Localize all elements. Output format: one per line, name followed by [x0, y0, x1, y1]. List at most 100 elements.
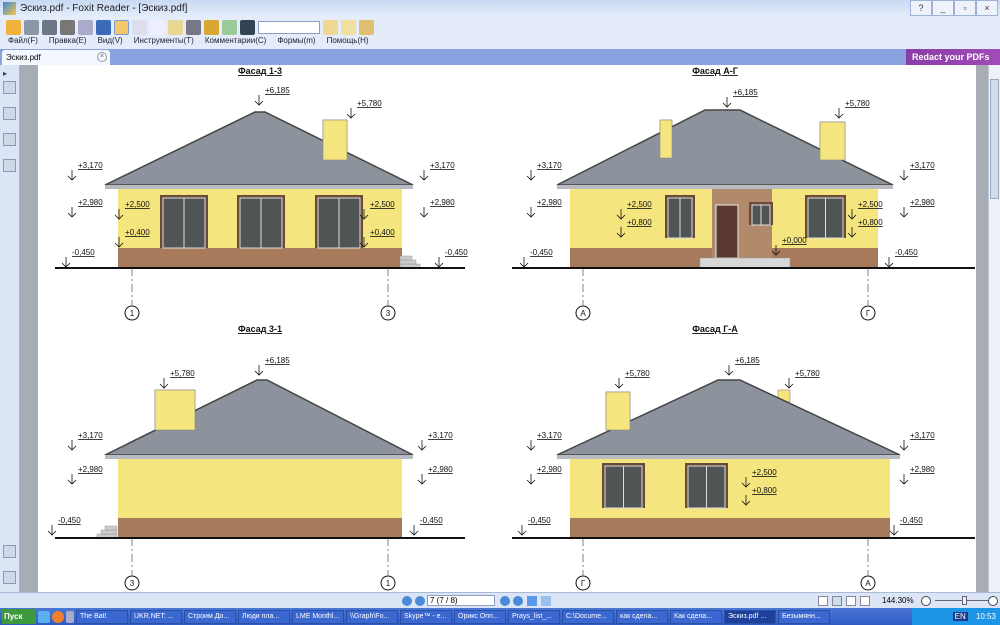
axis-label: 1: [386, 579, 391, 588]
window-elevation-mark: +0,800: [752, 486, 777, 495]
ridge-elevation-mark: +6,185: [733, 88, 758, 97]
taskbar-item[interactable]: Эскиз.pdf ...: [724, 609, 776, 624]
single-page-icon[interactable]: [818, 596, 828, 606]
elevation-mark: -0,450: [445, 248, 468, 257]
taskbar-item[interactable]: как сдела...: [616, 609, 668, 624]
elevation-mark: -0,450: [528, 516, 551, 525]
axis-label: 3: [386, 309, 391, 318]
window-elevation-mark: +0,800: [627, 218, 652, 227]
eave-gutter: [557, 455, 900, 459]
elevation-mark: +3,170: [430, 161, 455, 170]
window-elevation-mark: +0,400: [125, 228, 150, 237]
eave-gutter: [105, 455, 413, 459]
steps: [104, 525, 118, 531]
axis-label: 3: [130, 579, 135, 588]
elevation-mark: +2,980: [78, 465, 103, 474]
taskbar-item[interactable]: Prays_list_...: [508, 609, 560, 624]
axis-label: 1: [130, 309, 135, 318]
facing-icon[interactable]: [846, 596, 856, 606]
chimney-elevation-mark: +5,780: [170, 369, 195, 378]
continuous-icon[interactable]: [832, 596, 842, 606]
facade-title: Фасад Г-А: [692, 324, 738, 334]
zoom-level[interactable]: 144.30%: [882, 596, 914, 605]
taskbar-item[interactable]: Безымянн...: [778, 609, 830, 624]
status-bar: 7 (7 / 8) 144.30%: [0, 592, 1000, 608]
taskbar-item[interactable]: Как сдела...: [670, 609, 722, 624]
next-page-icon[interactable]: [500, 596, 510, 606]
language-indicator[interactable]: EN: [952, 612, 968, 621]
chimney-elevation-mark: +5,780: [625, 369, 650, 378]
ridge-elevation-mark: +6,185: [735, 356, 760, 365]
elevation-mark: -0,450: [900, 516, 923, 525]
window-elevation-mark: +0,400: [370, 228, 395, 237]
windows-taskbar: Пуск The Bat! UKR.NET: ... Строим До... Люд…: [0, 608, 1000, 625]
quicklaunch-icon[interactable]: [66, 610, 74, 623]
taskbar-item[interactable]: Люди пла...: [238, 609, 290, 624]
scrollbar-thumb[interactable]: [990, 79, 999, 199]
window-elevation-mark: +2,500: [125, 200, 150, 209]
axis-label: А: [865, 579, 871, 588]
chimney: [154, 389, 196, 431]
steps: [399, 259, 417, 265]
entrance-door: [715, 204, 739, 259]
hip-roof: [104, 111, 414, 186]
eave-gutter: [105, 185, 413, 189]
chimney: [605, 391, 631, 431]
elevation-mark: +3,170: [428, 431, 453, 440]
page-number-input[interactable]: 7 (7 / 8): [427, 595, 495, 606]
window-elevation-mark: +0,800: [858, 218, 883, 227]
last-page-icon[interactable]: [513, 596, 523, 606]
chimney-elevation-mark: +5,780: [357, 99, 382, 108]
zoom-slider-knob[interactable]: [962, 596, 967, 605]
chimney-elevation-mark: +5,780: [795, 369, 820, 378]
elevation-mark: +2,980: [537, 198, 562, 207]
taskbar-item[interactable]: Строим До...: [184, 609, 236, 624]
taskbar-item[interactable]: The Bat!: [76, 609, 128, 624]
elevation-mark: +2,980: [910, 465, 935, 474]
start-button[interactable]: Пуск: [2, 609, 36, 624]
taskbar-item[interactable]: Орикс Опп...: [454, 609, 506, 624]
facade-title: Фасад 1-3: [238, 66, 282, 76]
elevation-mark: -0,450: [420, 516, 443, 525]
taskbar-item[interactable]: Skype™ - e...: [400, 609, 452, 624]
axis-label: Г: [866, 309, 871, 318]
plinth: [118, 518, 402, 538]
elevation-mark: +3,170: [537, 161, 562, 170]
back-icon[interactable]: [527, 596, 537, 606]
ridge-elevation-mark: +6,185: [265, 356, 290, 365]
elevation-mark: +3,170: [537, 431, 562, 440]
chimney-elevation-mark: +5,780: [845, 99, 870, 108]
facade-title: Фасад А-Г: [692, 66, 738, 76]
elevation-mark: -0,450: [895, 248, 918, 257]
chimney: [659, 119, 673, 159]
elevation-mark: +3,170: [78, 161, 103, 170]
first-page-icon[interactable]: [402, 596, 412, 606]
taskbar-item[interactable]: C:\Docume...: [562, 609, 614, 624]
eave-gutter: [557, 185, 893, 189]
elevation-mark: -0,450: [58, 516, 81, 525]
vertical-scrollbar[interactable]: [988, 65, 1000, 592]
zoom-in-icon[interactable]: [988, 596, 998, 606]
plinth: [570, 518, 890, 538]
window-elevation-mark: +2,500: [370, 200, 395, 209]
facade-title: Фасад 3-1: [238, 324, 282, 334]
taskbar-item[interactable]: LME Monthl...: [292, 609, 344, 624]
facade-wall: [118, 455, 402, 518]
entrance-steps: [699, 257, 791, 269]
entrance-elevation-mark: +0,000: [782, 236, 807, 245]
continuous-facing-icon[interactable]: [860, 596, 870, 606]
window-elevation-mark: +2,500: [627, 200, 652, 209]
system-tray: EN 10:53: [912, 608, 1000, 625]
forward-icon[interactable]: [541, 596, 551, 606]
zoom-out-icon[interactable]: [921, 596, 931, 606]
firefox-quicklaunch-icon[interactable]: [52, 610, 64, 623]
axis-label: Г: [581, 579, 586, 588]
previous-page-icon[interactable]: [415, 596, 425, 606]
ie-quicklaunch-icon[interactable]: [38, 610, 50, 623]
taskbar-item[interactable]: UKR.NET: ...: [130, 609, 182, 624]
axis-label: А: [580, 309, 586, 318]
taskbar-item[interactable]: \\Graph\Fo...: [346, 609, 398, 624]
plinth: [118, 248, 402, 268]
chimney: [322, 119, 348, 161]
elevation-mark: +2,980: [78, 198, 103, 207]
